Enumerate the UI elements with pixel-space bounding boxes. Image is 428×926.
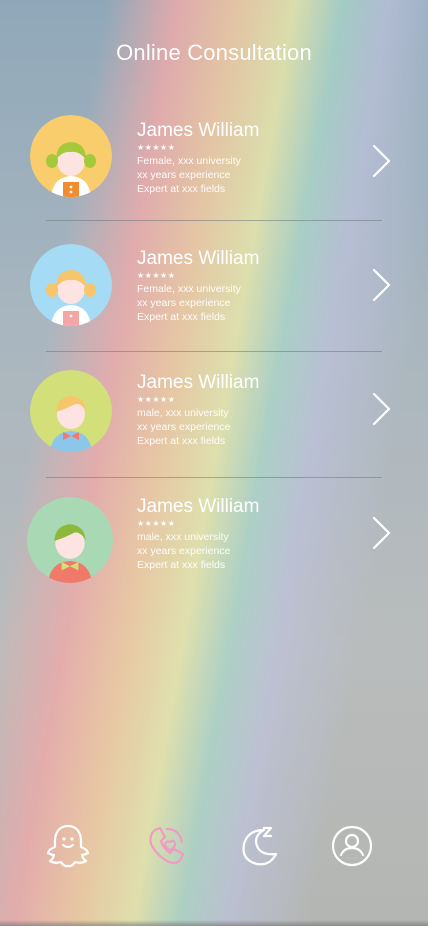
rating-stars: ★★★★★ xyxy=(137,519,176,528)
chevron-right-icon[interactable] xyxy=(368,143,394,179)
bottom-tab-bar xyxy=(0,822,428,874)
rating-stars: ★★★★★ xyxy=(137,143,176,152)
page-title: Online Consultation xyxy=(116,40,312,65)
consultant-name: James William xyxy=(137,120,260,141)
consultant-avatar xyxy=(30,115,112,197)
consultant-gender-university: Female, xxx university xyxy=(137,155,241,167)
consultant-expertise: Expert at xxx fields xyxy=(137,311,226,323)
consultant-expertise: Expert at xxx fields xyxy=(137,435,226,447)
girl-pigtails-pink-icon xyxy=(30,244,112,326)
consultant-info: James William ★★★★★ Female, xxx universi… xyxy=(137,249,259,324)
tab-profile[interactable] xyxy=(329,822,375,870)
consultant-gender-university: male, xxx university xyxy=(137,407,229,419)
app-screen: Online Consultation James William ★★★★★ … xyxy=(0,0,428,926)
chevron-right-icon[interactable] xyxy=(368,515,394,551)
consultant-experience: xx years experience xyxy=(137,421,231,433)
tab-phone[interactable] xyxy=(143,822,189,870)
consultant-expertise: Expert at xxx fields xyxy=(137,183,226,195)
consultant-experience: xx years experience xyxy=(137,169,231,181)
consultant-experience: xx years experience xyxy=(137,545,231,557)
consultant-card[interactable]: James William ★★★★★ male, xxx university… xyxy=(0,482,428,592)
divider xyxy=(46,220,382,221)
chevron-right-icon[interactable] xyxy=(368,391,394,427)
consultant-info: James William ★★★★★ male, xxx university… xyxy=(137,497,259,572)
girl-pigtails-orange-icon xyxy=(30,115,112,197)
moon-sleep-icon xyxy=(242,826,278,866)
consultant-card[interactable]: James William ★★★★★ Female, xxx universi… xyxy=(0,105,428,215)
consultant-experience: xx years experience xyxy=(137,297,231,309)
consultant-card[interactable]: James William ★★★★★ male, xxx university… xyxy=(0,358,428,468)
consultant-avatar xyxy=(30,244,112,326)
consultant-expertise: Expert at xxx fields xyxy=(137,559,226,571)
rating-stars: ★★★★★ xyxy=(137,395,176,404)
consultant-avatar xyxy=(27,497,113,583)
consultant-info: James William ★★★★★ Female, xxx universi… xyxy=(137,121,259,196)
user-profile-icon xyxy=(331,825,373,867)
tab-sleep[interactable] xyxy=(236,822,282,870)
boy-bowtie-red-icon xyxy=(27,497,113,583)
consultant-name: James William xyxy=(137,248,260,269)
tab-ghost[interactable] xyxy=(45,822,91,870)
chevron-right-icon[interactable] xyxy=(368,267,394,303)
consultant-gender-university: male, xxx university xyxy=(137,531,229,543)
consultant-name: James William xyxy=(137,496,260,517)
consultant-card[interactable]: James William ★★★★★ Female, xxx universi… xyxy=(0,233,428,343)
consultant-gender-university: Female, xxx university xyxy=(137,283,241,295)
consultant-avatar xyxy=(30,370,112,452)
ghost-icon xyxy=(46,824,90,868)
consultant-info: James William ★★★★★ male, xxx university… xyxy=(137,373,259,448)
boy-bowtie-blue-icon xyxy=(30,370,112,452)
rating-stars: ★★★★★ xyxy=(137,271,176,280)
divider xyxy=(46,351,382,352)
consultant-name: James William xyxy=(137,372,260,393)
divider xyxy=(46,477,382,478)
phone-icon xyxy=(149,826,185,865)
